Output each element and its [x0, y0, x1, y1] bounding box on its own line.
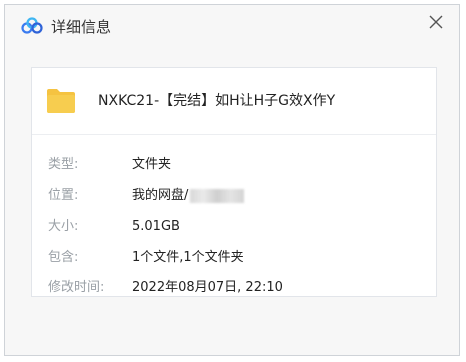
size-label: 大小: [48, 219, 79, 234]
type-value: 文件夹 [132, 157, 172, 172]
close-icon[interactable] [427, 13, 445, 31]
file-name: NXKC21-【完结】如H让H子G效X作Y [98, 93, 336, 109]
details-dialog: 详细信息 NXKC21-【完结】如H让H子G效X作Y 类型: 文件夹 位置: 我… [4, 4, 460, 356]
redacted-path [190, 188, 245, 203]
file-info-card: NXKC21-【完结】如H让H子G效X作Y 类型: 文件夹 位置: 我的网盘/ … [31, 67, 437, 297]
location-value[interactable]: 我的网盘/ [132, 188, 188, 203]
type-label: 类型: [48, 157, 79, 172]
modified-value: 2022年08月07日, 22:10 [132, 280, 283, 295]
dialog-titlebar: 详细信息 [5, 5, 459, 49]
location-label: 位置: [48, 188, 79, 203]
contains-value: 1个文件,1个文件夹 [132, 250, 244, 265]
location-value-wrapper: 我的网盘/ [132, 187, 245, 205]
dialog-title: 详细信息 [51, 18, 112, 36]
modified-label: 修改时间: [48, 280, 105, 295]
folder-icon [46, 88, 76, 114]
divider [32, 134, 436, 135]
cloud-logo-icon [21, 17, 43, 35]
contains-label: 包含: [48, 250, 79, 265]
size-value: 5.01GB [132, 219, 180, 234]
